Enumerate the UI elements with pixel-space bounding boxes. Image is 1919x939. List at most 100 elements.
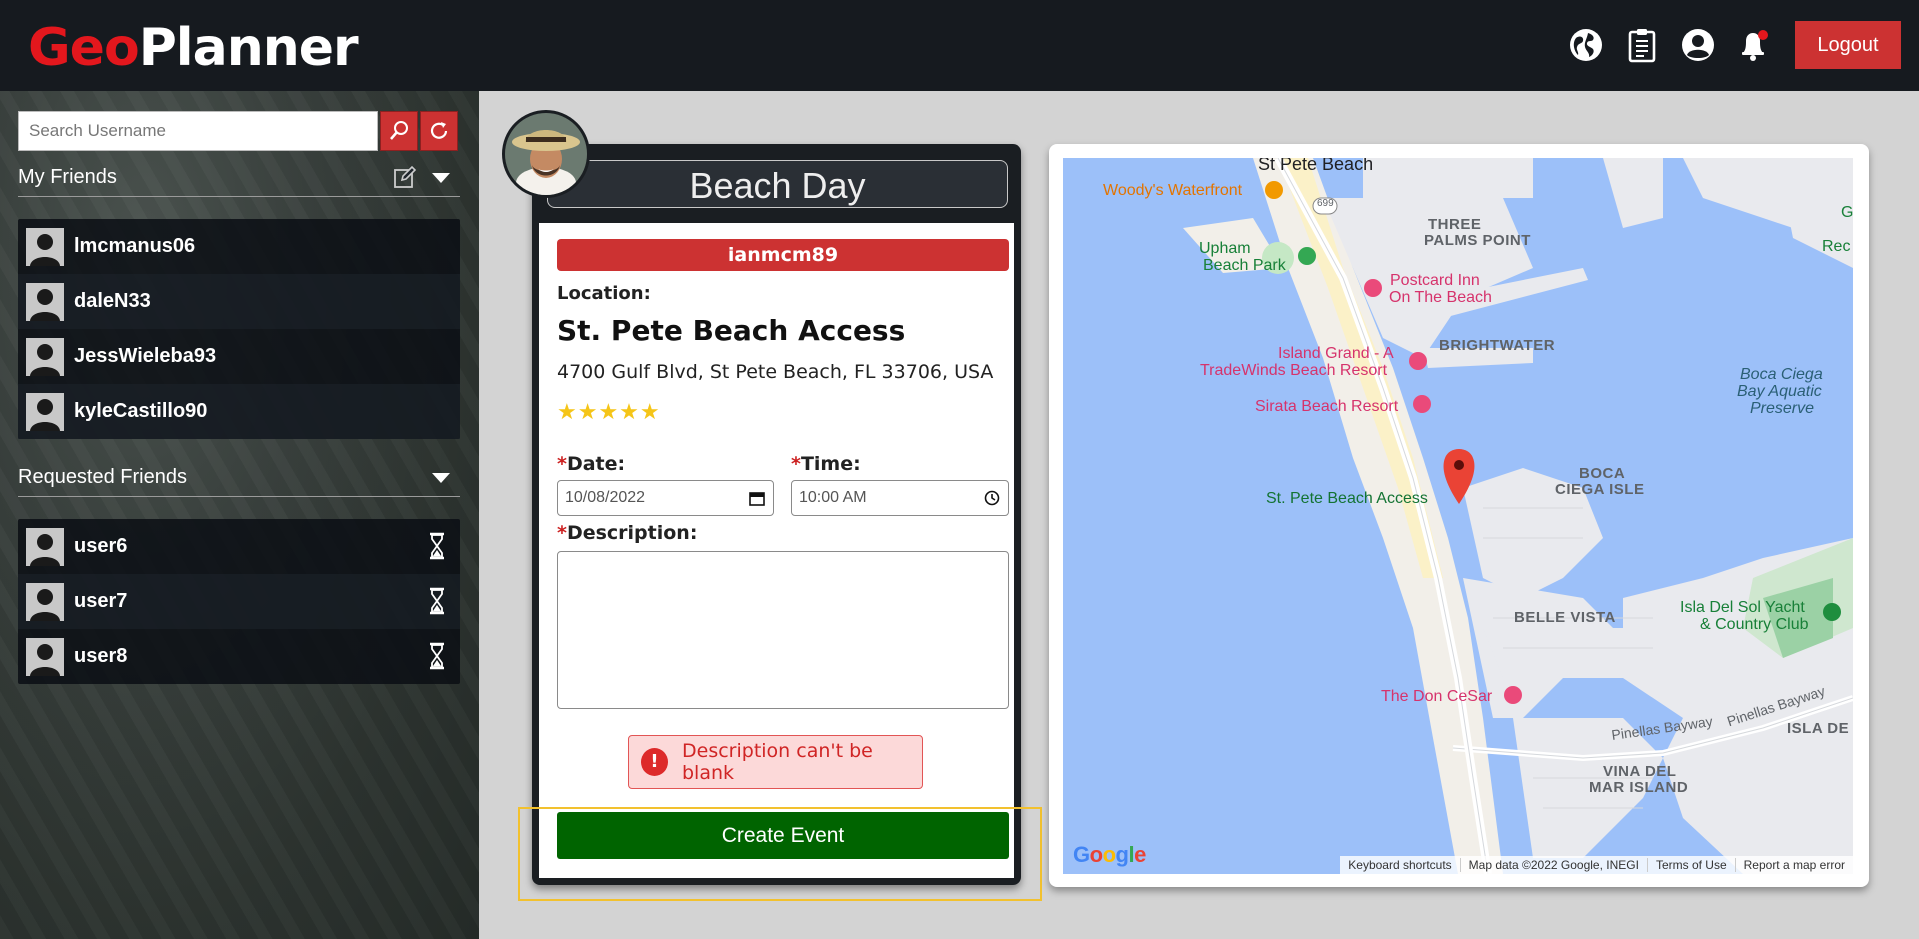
search-button[interactable]: [380, 111, 418, 151]
rating-stars: ★★★★★: [557, 399, 661, 424]
calendar-icon[interactable]: [749, 490, 765, 506]
map-label: PALMS POINT: [1424, 232, 1531, 249]
create-event-card: Beach Day ianmcm89 Location: St. Pete Be…: [532, 144, 1021, 885]
notification-bell-icon[interactable]: [1735, 26, 1773, 64]
map-label: Beach Park: [1203, 257, 1286, 274]
map-label: BRIGHTWATER: [1439, 337, 1556, 354]
my-friends-collapse-icon[interactable]: [432, 173, 450, 183]
food-place-icon[interactable]: [1265, 181, 1283, 199]
my-friends-title: My Friends: [18, 166, 117, 188]
park-pin-icon[interactable]: [1298, 247, 1316, 265]
date-value: 10/08/2022: [565, 489, 646, 506]
map-label: MAR ISLAND: [1589, 779, 1689, 796]
friend-name: JessWieleba93: [74, 345, 217, 367]
error-message: Description can't be blank: [682, 740, 873, 784]
map-label: Woody's Waterfront: [1103, 182, 1243, 199]
time-input[interactable]: 10:00 AM: [791, 480, 1009, 516]
map-label: BELLE VISTA: [1514, 609, 1616, 626]
map-card: St Pete Beach Woody's Waterfront 699 Uph…: [1049, 144, 1869, 887]
map-label: Preserve: [1750, 400, 1815, 417]
description-label-text: Description:: [566, 522, 698, 544]
map-canvas: [1063, 158, 1853, 874]
hotel-pin-icon[interactable]: [1409, 352, 1427, 370]
highway-shield-label: 699: [1317, 198, 1334, 209]
map-data-attribution: Map data ©2022 Google, INEGI: [1459, 858, 1647, 872]
event-title-box: Beach Day: [547, 160, 1008, 208]
friend-row[interactable]: lmcmanus06: [18, 219, 460, 274]
map-label: On The Beach: [1389, 289, 1492, 306]
hourglass-pending-icon: [428, 532, 446, 565]
create-event-button[interactable]: Create Event: [557, 812, 1009, 859]
app-logo[interactable]: GeoPlanner: [28, 18, 359, 78]
required-marker: *: [791, 453, 801, 475]
hotel-pin-icon[interactable]: [1364, 279, 1382, 297]
my-friends-header: My Friends: [18, 161, 460, 197]
logo-geo: Geo: [28, 18, 140, 78]
hourglass-pending-icon: [428, 642, 446, 675]
map-label: VINA DEL: [1603, 763, 1677, 780]
avatar-placeholder-icon: [26, 393, 64, 431]
map-label: G: [1841, 204, 1853, 221]
requested-friend-row[interactable]: user6: [18, 519, 460, 574]
google-map[interactable]: St Pete Beach Woody's Waterfront 699 Uph…: [1063, 158, 1853, 874]
location-address: 4700 Gulf Blvd, St Pete Beach, FL 33706,…: [557, 361, 994, 383]
map-label: Sirata Beach Resort: [1255, 398, 1399, 415]
event-title: Beach Day: [689, 165, 866, 206]
description-textarea[interactable]: [557, 551, 1009, 709]
refresh-button[interactable]: [420, 111, 458, 151]
required-marker: *: [557, 453, 567, 475]
map-label: Boca Ciega: [1740, 366, 1823, 383]
map-label: Isla Del Sol Yacht: [1680, 599, 1805, 616]
date-label-text: Date:: [566, 453, 626, 475]
hotel-pin-icon[interactable]: [1504, 686, 1522, 704]
map-label: TradeWinds Beach Resort: [1200, 362, 1388, 379]
marina-pin-icon[interactable]: [1823, 603, 1841, 621]
search-username-input[interactable]: [18, 111, 378, 151]
requested-friends-title: Requested Friends: [18, 466, 187, 488]
date-input[interactable]: 10/08/2022: [557, 480, 774, 516]
map-footer: Keyboard shortcuts Map data ©2022 Google…: [1340, 856, 1853, 874]
description-label: *Description:: [557, 522, 697, 544]
edit-icon[interactable]: [393, 165, 417, 194]
friend-row[interactable]: daleN33: [18, 274, 460, 329]
logo-planner: Planner: [138, 18, 359, 78]
map-label: The Don CeSar: [1381, 688, 1493, 705]
hotel-pin-icon[interactable]: [1413, 395, 1431, 413]
my-friends-list: lmcmanus06 daleN33 JessWieleba93 kyleCas…: [18, 219, 460, 439]
map-label: THREE: [1428, 216, 1482, 233]
requested-friend-row[interactable]: user7: [18, 574, 460, 629]
friend-row[interactable]: JessWieleba93: [18, 329, 460, 384]
friend-row[interactable]: kyleCastillo90: [18, 384, 460, 439]
search-icon: [390, 121, 408, 140]
avatar-placeholder-icon: [26, 583, 64, 621]
event-form: ianmcm89 Location: St. Pete Beach Access…: [539, 223, 1014, 878]
avatar-placeholder-icon: [26, 228, 64, 266]
user-account-icon[interactable]: [1679, 26, 1717, 64]
clock-icon[interactable]: [984, 490, 1000, 506]
map-label: & Country Club: [1700, 616, 1809, 633]
top-navbar: GeoPlanner Logout: [0, 0, 1919, 91]
requested-friend-row[interactable]: user8: [18, 629, 460, 684]
logout-button[interactable]: Logout: [1795, 21, 1901, 69]
map-label: St. Pete Beach Access: [1266, 490, 1428, 507]
map-label: BOCA: [1579, 465, 1626, 482]
host-username-badge: ianmcm89: [557, 239, 1009, 271]
requested-friends-header: Requested Friends: [18, 461, 460, 497]
friend-name: user6: [74, 535, 128, 557]
map-label: Postcard Inn: [1390, 272, 1480, 289]
friend-name: lmcmanus06: [74, 235, 196, 257]
error-exclamation-icon: !: [641, 748, 668, 776]
friend-name: user7: [74, 590, 128, 612]
globe-icon[interactable]: [1567, 26, 1605, 64]
map-label: Upham: [1199, 240, 1251, 257]
avatar-placeholder-icon: [26, 528, 64, 566]
clipboard-icon[interactable]: [1623, 26, 1661, 64]
description-error-alert: ! Description can't be blank: [628, 735, 923, 789]
location-label: Location:: [557, 283, 651, 304]
report-map-error-link[interactable]: Report a map error: [1734, 858, 1853, 872]
requested-friends-collapse-icon[interactable]: [432, 473, 450, 483]
hourglass-pending-icon: [428, 587, 446, 620]
terms-of-use-link[interactable]: Terms of Use: [1646, 858, 1735, 872]
keyboard-shortcuts-link[interactable]: Keyboard shortcuts: [1340, 858, 1459, 872]
refresh-icon: [430, 122, 448, 139]
